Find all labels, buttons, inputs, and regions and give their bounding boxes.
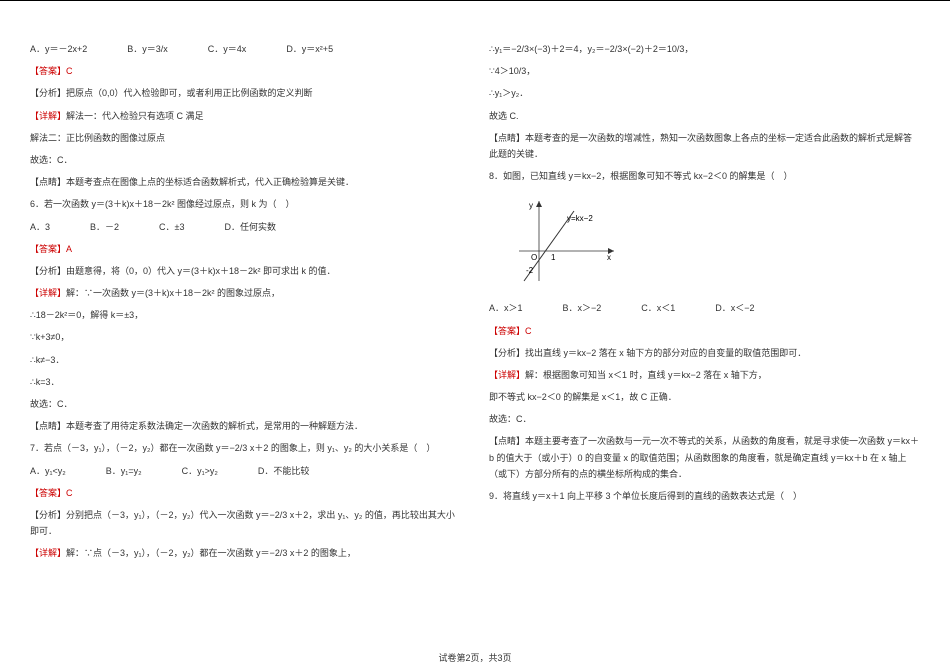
q7-answer-label: 【答案】C (30, 485, 461, 501)
q6-detail-label: 【详解】 (30, 288, 66, 298)
graph-origin: O (531, 253, 537, 262)
q5-answer-label: 【答案】C (30, 63, 461, 79)
graph-svg: y=kx−2 O -2 1 x y (509, 196, 619, 286)
q6-detail2: ∴18－2k²＝0，解得 k＝±3， (30, 307, 461, 323)
y-arrow-icon (536, 201, 542, 207)
q7-calc2: ∵4＞10/3， (489, 63, 920, 79)
q8-answer-label: 【答案】C (489, 323, 920, 339)
q5-opt-b: B．y＝3/x (127, 41, 168, 57)
q7-detail-label: 【详解】 (30, 548, 66, 558)
q6-detail-line: 【详解】解：∵一次函数 y＝(3＋k)x＋18－2k² 的图象过原点， (30, 285, 461, 301)
q6-opt-a: A．3 (30, 219, 50, 235)
q7-opt-b: B．y₁=y₂ (106, 463, 142, 479)
graph-one: 1 (551, 253, 556, 262)
q7-options: A．y₁<y₂ B．y₁=y₂ C．y₁>y₂ D．不能比较 (30, 463, 461, 479)
q5-opt-a: A．y＝－2x+2 (30, 41, 87, 57)
q6-detail-text: 解：∵一次函数 y＝(3＋k)x＋18－2k² 的图象过原点， (66, 288, 280, 298)
q8-tip: 【点睛】本题主要考查了一次函数与一元一次不等式的关系，从函数的角度看，就是寻求使… (489, 433, 920, 482)
q8-opt-c: C．x＜1 (641, 300, 675, 316)
q8-graph: y=kx−2 O -2 1 x y (509, 196, 920, 288)
q6-tip: 【点睛】本题考查了用待定系数法确定一次函数的解析式，是常用的一种解题方法． (30, 418, 461, 434)
q5-detail2: 解法二：正比例函数的图像过原点 (30, 130, 461, 146)
q7-opt-a: A．y₁<y₂ (30, 463, 66, 479)
q7-detail-line: 【详解】解：∵点（－3，y₁），（－2，y₂）都在一次函数 y＝−2/3 x＋2… (30, 545, 461, 561)
q7-opt-d: D．不能比较 (258, 463, 310, 479)
q7-tip: 【点睛】本题考查的是一次函数的增减性，熟知一次函数图象上各点的坐标一定适合此函数… (489, 130, 920, 162)
q7-analysis: 【分析】分别把点（－3，y₁），（－2，y₂）代入一次函数 y＝−2/3 x＋2… (30, 507, 461, 539)
q7-opt-c: C．y₁>y₂ (182, 463, 218, 479)
q6-detail4: ∴k≠−3． (30, 352, 461, 368)
q8-opt-d: D．x＜−2 (715, 300, 754, 316)
q8-detail-label: 【详解】 (489, 370, 525, 380)
q6-detail5: ∴k=3． (30, 374, 461, 390)
graph-y-label: y (529, 201, 533, 210)
q6-answer-label: 【答案】A (30, 241, 461, 257)
q8-detail2: 即不等式 kx−2＜0 的解集是 x＜1，故 C 正确． (489, 389, 920, 405)
two-columns: A．y＝－2x+2 B．y＝3/x C．y＝4x D．y＝x²+5 【答案】C … (30, 41, 920, 562)
q8-detail-text: 解：根据图象可知当 x＜1 时，直线 y＝kx−2 落在 x 轴下方， (525, 370, 767, 380)
q5-analysis: 【分析】把原点（0,0）代入检验即可，或者利用正比例函数的定义判断 (30, 85, 461, 101)
left-column: A．y＝－2x+2 B．y＝3/x C．y＝4x D．y＝x²+5 【答案】C … (30, 41, 461, 562)
q6-detail3: ∵k+3≠0， (30, 329, 461, 345)
q7-calc1: ∴y₁＝−2/3×(−3)＋2＝4，y₂＝−2/3×(−2)＋2＝10/3， (489, 41, 920, 57)
q6-options: A．3 B．－2 C．±3 D．任何实数 (30, 219, 461, 235)
q7-calc3: ∴y₁＞y₂． (489, 85, 920, 101)
q7-select: 故选 C. (489, 108, 920, 124)
page-content: A．y＝－2x+2 B．y＝3/x C．y＝4x D．y＝x²+5 【答案】C … (0, 0, 950, 580)
q5-opt-d: D．y＝x²+5 (286, 41, 333, 57)
q6-opt-b: B．－2 (90, 219, 119, 235)
graph-label: y=kx−2 (567, 214, 593, 223)
page-footer: 试卷第2页，共3页 (0, 651, 950, 664)
q8-opt-b: B．x＞−2 (563, 300, 602, 316)
right-column: ∴y₁＝−2/3×(−3)＋2＝4，y₂＝−2/3×(−2)＋2＝10/3， ∵… (489, 41, 920, 562)
q6-analysis: 【分析】由题意得，将（0，0）代入 y＝(3＋k)x＋18－2k² 即可求出 k… (30, 263, 461, 279)
graph-neg2: -2 (526, 266, 534, 275)
graph-x-label: x (607, 253, 611, 262)
q8-options: A．x＞1 B．x＞−2 C．x＜1 D．x＜−2 (489, 300, 920, 316)
q6-text: 6．若一次函数 y＝(3＋k)x＋18－2k² 图像经过原点，则 k 为（ ） (30, 196, 461, 212)
q9-text: 9．将直线 y＝x＋1 向上平移 3 个单位长度后得到的直线的函数表达式是（ ） (489, 488, 920, 504)
q8-opt-a: A．x＞1 (489, 300, 523, 316)
q5-opt-c: C．y＝4x (208, 41, 247, 57)
q6-detail6: 故选：C． (30, 396, 461, 412)
q6-opt-c: C．±3 (159, 219, 184, 235)
q5-options: A．y＝－2x+2 B．y＝3/x C．y＝4x D．y＝x²+5 (30, 41, 461, 57)
q5-detail-line: 【详解】解法一：代入检验只有选项 C 满足 (30, 108, 461, 124)
q6-opt-d: D．任何实数 (224, 219, 276, 235)
q5-tip: 【点睛】本题考查点在图像上点的坐标适合函数解析式，代入正确检验算是关键． (30, 174, 461, 190)
q7-detail-text: 解：∵点（－3，y₁），（－2，y₂）都在一次函数 y＝−2/3 x＋2 的图象… (66, 548, 356, 558)
q5-detail3: 故选：C． (30, 152, 461, 168)
q8-detail3: 故选：C． (489, 411, 920, 427)
q8-detail-line: 【详解】解：根据图象可知当 x＜1 时，直线 y＝kx−2 落在 x 轴下方， (489, 367, 920, 383)
q8-analysis: 【分析】找出直线 y＝kx−2 落在 x 轴下方的部分对应的自变量的取值范围即可… (489, 345, 920, 361)
q8-text: 8．如图，已知直线 y＝kx−2，根据图象可知不等式 kx−2＜0 的解集是（ … (489, 168, 920, 184)
q7-text: 7．若点（－3，y₁），（－2，y₂）都在一次函数 y＝−2/3 x＋2 的图象… (30, 440, 461, 456)
q5-detail-text: 解法一：代入检验只有选项 C 满足 (66, 111, 204, 121)
q5-detail-label: 【详解】 (30, 111, 66, 121)
